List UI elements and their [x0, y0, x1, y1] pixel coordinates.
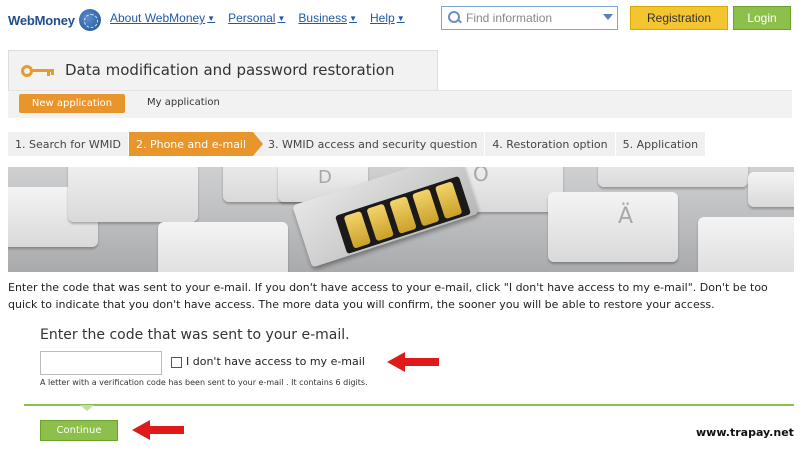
steps-bar: 1. Search for WMID 2. Phone and e-mail 3…	[8, 132, 706, 156]
divider	[24, 404, 794, 406]
caret-down-icon: ▼	[277, 13, 286, 23]
keyboard-key: Ä	[548, 192, 678, 262]
divider-notch	[80, 405, 94, 411]
caret-down-icon: ▼	[396, 13, 405, 23]
continue-button[interactable]: Continue	[40, 420, 118, 441]
main-nav: About WebMoney ▼ Personal ▼ Business ▼ Help…	[110, 11, 405, 25]
key-letter-d: D	[318, 167, 332, 188]
webmoney-logo[interactable]: WebMoney	[8, 9, 101, 31]
subtabs-bar: New application My application	[8, 90, 792, 118]
search-box	[441, 6, 618, 30]
hero-image: R D O Ä	[8, 167, 794, 272]
step-application: 5. Application	[615, 132, 706, 156]
key-icon	[21, 63, 55, 79]
search-input[interactable]	[466, 11, 596, 25]
logo-text: WebMoney	[8, 12, 75, 28]
globe-icon	[78, 9, 101, 31]
keyboard-key	[158, 222, 288, 272]
keyboard-key	[68, 167, 198, 222]
top-header: WebMoney About WebMoney ▼ Personal ▼ Busin…	[0, 0, 800, 36]
login-button[interactable]: Login	[733, 6, 791, 30]
search-dropdown-icon[interactable]	[603, 14, 613, 20]
nav-about[interactable]: About WebMoney ▼	[110, 11, 215, 25]
nav-help[interactable]: Help ▼	[370, 11, 405, 25]
watermark-text: www.trapay.net	[696, 426, 794, 439]
title-panel: Data modification and password restorati…	[8, 50, 438, 90]
form-heading: Enter the code that was sent to your e-m…	[40, 327, 350, 343]
red-arrow-icon	[387, 352, 439, 372]
keyboard-key	[598, 167, 748, 187]
email-code-input[interactable]	[40, 351, 162, 375]
no-access-checkbox[interactable]	[171, 357, 182, 368]
tab-my-application[interactable]: My application	[147, 97, 220, 108]
hint-text: A letter with a verification code has be…	[40, 378, 368, 387]
search-icon	[446, 9, 464, 27]
nav-help-label: Help	[370, 11, 395, 25]
caret-down-icon: ▼	[349, 13, 358, 23]
step-search-wmid: 1. Search for WMID	[8, 132, 128, 156]
no-access-label[interactable]: I don't have access to my e-mail	[186, 355, 365, 368]
nav-business-label: Business	[298, 11, 348, 25]
nav-business[interactable]: Business ▼	[298, 11, 357, 25]
nav-personal[interactable]: Personal ▼	[228, 11, 285, 25]
nav-about-label: About WebMoney	[110, 11, 206, 25]
key-letter-o: O	[473, 167, 489, 186]
red-arrow-icon	[132, 420, 184, 440]
nav-personal-label: Personal	[228, 11, 276, 25]
keyboard-key	[698, 217, 794, 272]
key-letter-a-umlaut: Ä	[618, 204, 634, 229]
instructions-text: Enter the code that was sent to your e-m…	[8, 281, 768, 311]
step-phone-email: 2. Phone and e-mail	[128, 132, 264, 156]
keyboard-key	[748, 172, 794, 207]
tab-new-application[interactable]: New application	[19, 94, 125, 113]
page-root: WebMoney About WebMoney ▼ Personal ▼ Busin…	[0, 0, 800, 450]
step-wmid-access: 3. WMID access and security question	[254, 132, 485, 156]
step-restoration-option: 4. Restoration option	[485, 132, 615, 156]
registration-button[interactable]: Registration	[630, 6, 728, 30]
page-title: Data modification and password restorati…	[65, 61, 395, 79]
caret-down-icon: ▼	[207, 13, 216, 23]
